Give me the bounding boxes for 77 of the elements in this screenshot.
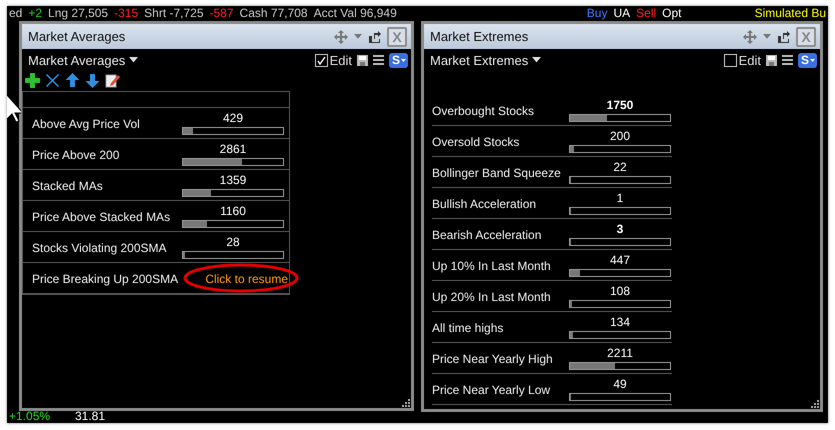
indicator-value: 134 bbox=[610, 315, 630, 329]
indicator-label: Price Near Yearly Low bbox=[432, 382, 552, 397]
indicator-value: 1160 bbox=[220, 204, 246, 218]
indicator-label: Up 10% In Last Month bbox=[432, 258, 552, 273]
account-stat: Shrt -7,725 bbox=[144, 6, 204, 20]
account-stat: -315 bbox=[114, 6, 138, 20]
order-link[interactable]: Buy bbox=[586, 6, 608, 20]
indicator-value: 3 bbox=[616, 222, 624, 236]
resize-grip-icon[interactable] bbox=[401, 398, 410, 407]
save-icon[interactable] bbox=[766, 54, 777, 66]
indicator-value: 22 bbox=[613, 160, 627, 174]
account-stat: Cash 77,708 bbox=[240, 6, 308, 20]
indicator-label: Oversold Stocks bbox=[432, 134, 520, 149]
caret-icon bbox=[354, 34, 362, 39]
style-button[interactable]: S bbox=[798, 52, 817, 68]
indicator-value: 2861 bbox=[220, 142, 246, 156]
mode-label: Simulated Bu bbox=[754, 6, 826, 20]
account-stat: Acct Val 96,949 bbox=[314, 6, 397, 20]
price-value: 31.81 bbox=[75, 409, 106, 423]
popout-icon[interactable] bbox=[777, 30, 790, 42]
indicator-label: Price Above 200 bbox=[32, 147, 120, 162]
caret-icon bbox=[129, 57, 138, 63]
indicator-label: Overbought Stocks bbox=[432, 103, 536, 118]
style-button[interactable]: S bbox=[388, 52, 408, 68]
indicator-label: Up 20% In Last Month bbox=[432, 289, 552, 304]
delete-icon[interactable] bbox=[45, 72, 60, 88]
edit-icon[interactable] bbox=[105, 72, 120, 88]
add-icon[interactable] bbox=[25, 72, 40, 88]
account-stat: -587 bbox=[210, 6, 234, 20]
edit-checkbox[interactable] bbox=[314, 54, 328, 66]
list-dropdown[interactable]: Market Extremes bbox=[430, 52, 542, 68]
resize-grip-icon[interactable] bbox=[810, 399, 819, 408]
edit-label: Edit bbox=[738, 52, 761, 68]
indicator-value: 28 bbox=[226, 235, 240, 249]
order-link[interactable]: Sell bbox=[636, 6, 656, 20]
caret-icon bbox=[763, 34, 771, 39]
indicator-label: Price Breaking Up 200SMA bbox=[32, 271, 180, 286]
window-title: Market Averages bbox=[28, 29, 126, 44]
popout-icon[interactable] bbox=[368, 30, 381, 42]
indicator-label: Stacked MAs bbox=[32, 178, 104, 193]
indicator-value: 1 bbox=[616, 191, 624, 205]
indicator-value: 1359 bbox=[220, 173, 246, 187]
menu-icon[interactable] bbox=[372, 55, 384, 65]
indicator-value: 200 bbox=[610, 129, 630, 143]
indicator-value: 49 bbox=[613, 377, 627, 391]
indicator-value: 429 bbox=[222, 111, 244, 125]
account-stat: Lng 27,505 bbox=[48, 6, 108, 20]
indicator-label: Bearish Acceleration bbox=[432, 227, 542, 242]
indicator-value: 108 bbox=[610, 284, 630, 298]
change-percent: +1.05% bbox=[9, 409, 52, 423]
order-link[interactable]: Opt bbox=[662, 6, 682, 20]
indicator-label: Bollinger Band Squeeze bbox=[432, 165, 562, 180]
indicator-label: Price Above Stacked MAs bbox=[32, 209, 172, 224]
account-stat: +2 bbox=[28, 6, 42, 20]
edit-checkbox[interactable] bbox=[724, 54, 737, 66]
indicator-label: Stocks Violating 200SMA bbox=[32, 240, 168, 255]
arrow-down-icon[interactable] bbox=[85, 72, 100, 88]
menu-icon[interactable] bbox=[782, 55, 793, 65]
indicator-label: Above Avg Price Vol bbox=[32, 116, 141, 131]
order-link[interactable]: UA bbox=[613, 6, 630, 20]
account-stat: ed bbox=[9, 6, 22, 20]
caret-icon bbox=[810, 58, 815, 62]
caret-icon bbox=[401, 58, 406, 62]
indicator-value: 1750 bbox=[606, 98, 634, 112]
indicator-value: 447 bbox=[610, 253, 630, 267]
indicator-label: Bullish Acceleration bbox=[432, 196, 538, 211]
move-icon[interactable] bbox=[743, 30, 757, 44]
edit-label: Edit bbox=[330, 52, 352, 68]
indicator-label: Price Near Yearly High bbox=[432, 351, 554, 366]
indicator-value: 2211 bbox=[607, 346, 633, 360]
save-icon[interactable] bbox=[356, 54, 368, 66]
indicator-label: All time highs bbox=[432, 320, 504, 335]
arrow-up-icon[interactable] bbox=[65, 72, 80, 88]
caret-icon bbox=[532, 57, 542, 63]
move-icon[interactable] bbox=[334, 30, 348, 44]
window-title: Market Extremes bbox=[430, 29, 530, 44]
list-dropdown[interactable]: Market Averages bbox=[28, 52, 138, 68]
